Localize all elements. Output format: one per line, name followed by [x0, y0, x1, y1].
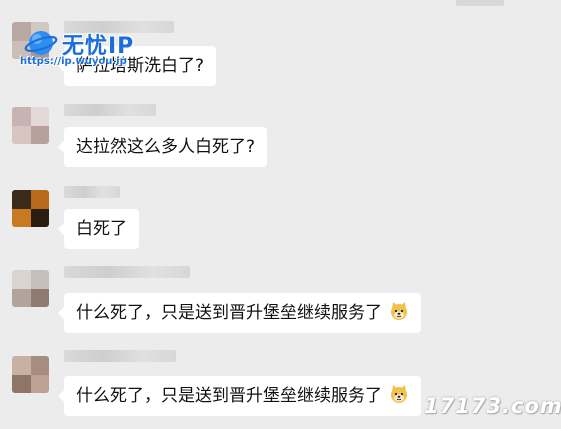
message-text: 什么死了，只是送到晋升堡垒继续服务了 [76, 303, 382, 323]
avatar[interactable] [12, 190, 49, 227]
message-bubble[interactable]: 什么死了，只是送到晋升堡垒继续服务了 [57, 293, 422, 333]
blurred-nickname [64, 104, 156, 116]
site-watermark: 17173.com [424, 394, 561, 418]
doge-face-icon [391, 302, 408, 320]
avatar[interactable] [12, 107, 49, 144]
message-text: 白死了 [76, 219, 127, 239]
planet-icon [24, 31, 58, 55]
message-bubble[interactable]: 达拉然这么多人白死了? [57, 127, 268, 167]
chat-window: 萨拉塔斯洗白了? 达拉然这么多人白死了? 白死了 什么死了，只是送到晋升堡垒继续… [0, 0, 561, 429]
wuyou-ip-logo: 无忧IP https://ip.wuyou.ip [20, 24, 190, 74]
blurred-nickname [64, 186, 120, 198]
message-bubble[interactable]: 白死了 [58, 209, 139, 249]
doge-face-icon [391, 385, 408, 403]
timestamp-chip [456, 0, 504, 6]
blurred-nickname [64, 266, 190, 278]
message-text: 什么死了，只是送到晋升堡垒继续服务了 [76, 386, 382, 406]
blurred-nickname [64, 350, 176, 362]
message-bubble[interactable]: 什么死了，只是送到晋升堡垒继续服务了 [57, 376, 422, 416]
avatar[interactable] [12, 270, 49, 307]
logo-url-text: https://ip.wuyou.ip [20, 56, 127, 67]
message-text: 达拉然这么多人白死了? [76, 137, 256, 157]
avatar[interactable] [12, 356, 49, 393]
